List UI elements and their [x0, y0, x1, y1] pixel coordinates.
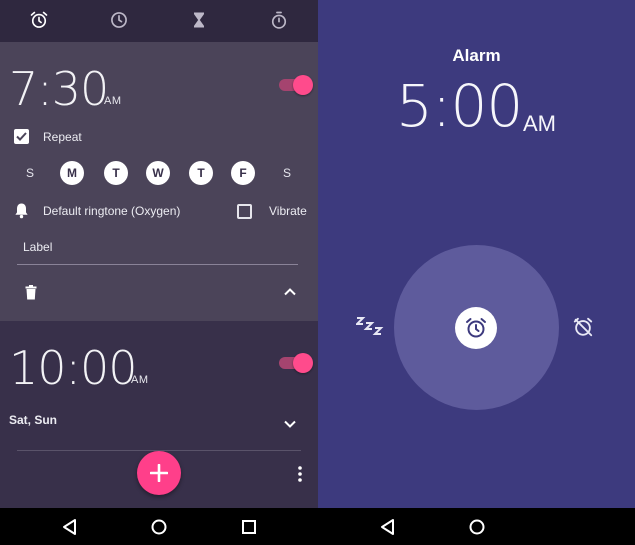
ringing-time: 5:00	[396, 72, 523, 140]
ringtone-label[interactable]: Default ringtone (Oxygen)	[43, 204, 180, 218]
tab-clock[interactable]	[108, 9, 130, 31]
toggle-knob	[293, 75, 313, 95]
day-wednesday[interactable]: W	[146, 161, 170, 185]
stopwatch-icon	[271, 11, 287, 29]
alarm-time[interactable]: 7:30	[9, 62, 109, 116]
ringing-ampm: AM	[523, 111, 556, 136]
day-tuesday[interactable]: T	[104, 161, 128, 185]
alarm-handle[interactable]	[455, 307, 497, 349]
checkmark-icon	[16, 132, 27, 141]
alarm-off-icon[interactable]	[572, 316, 594, 338]
repeat-checkbox[interactable]	[14, 129, 29, 144]
bell-icon	[15, 203, 28, 219]
alarm-card-expanded: 7:30 AM Repeat S M T W T F S Default rin…	[0, 42, 318, 321]
label-field[interactable]: Label	[23, 240, 52, 254]
repeat-label: Repeat	[43, 130, 82, 144]
trash-icon[interactable]	[25, 285, 37, 300]
plus-icon	[150, 464, 168, 482]
vibrate-checkbox[interactable]	[237, 204, 252, 219]
alarm-toggle[interactable]	[279, 353, 313, 373]
add-alarm-button[interactable]	[137, 451, 181, 495]
hourglass-timer-icon	[194, 12, 204, 28]
tab-alarm[interactable]	[28, 9, 50, 31]
tab-timer[interactable]	[188, 9, 210, 31]
vibrate-label: Vibrate	[269, 204, 307, 218]
day-friday[interactable]: F	[231, 161, 255, 185]
tab-bar	[0, 0, 318, 42]
alarm-time[interactable]: 10:00	[9, 341, 138, 395]
alarm-icon	[30, 11, 48, 28]
alarm-toggle[interactable]	[279, 75, 313, 95]
day-thursday[interactable]: T	[189, 161, 213, 185]
back-icon[interactable]	[61, 518, 79, 536]
chevron-up-icon[interactable]	[284, 288, 296, 296]
day-sunday[interactable]: S	[18, 161, 42, 185]
home-icon[interactable]	[468, 518, 486, 536]
alarm-ampm: AM	[104, 95, 122, 107]
snooze-icon[interactable]	[356, 316, 384, 338]
back-icon[interactable]	[379, 518, 397, 536]
tab-stopwatch[interactable]	[268, 9, 290, 31]
home-icon[interactable]	[150, 518, 168, 536]
recents-icon[interactable]	[240, 518, 258, 536]
ringing-title: Alarm	[452, 46, 501, 65]
toggle-knob	[293, 353, 313, 373]
clock-icon	[111, 12, 127, 28]
alarm-icon	[466, 318, 486, 338]
day-saturday[interactable]: S	[275, 161, 299, 185]
overflow-menu-icon[interactable]	[293, 464, 307, 484]
alarm-ampm: AM	[131, 374, 149, 386]
chevron-down-icon[interactable]	[284, 420, 296, 428]
label-underline	[17, 264, 298, 265]
system-navigation-bar	[0, 508, 635, 545]
days-summary: Sat, Sun	[9, 413, 58, 427]
day-monday[interactable]: M	[60, 161, 84, 185]
ringing-alarm-panel: Alarm 5:00 AM	[318, 0, 635, 508]
alarm-list-panel: 7:30 AM Repeat S M T W T F S Default rin…	[0, 0, 318, 508]
